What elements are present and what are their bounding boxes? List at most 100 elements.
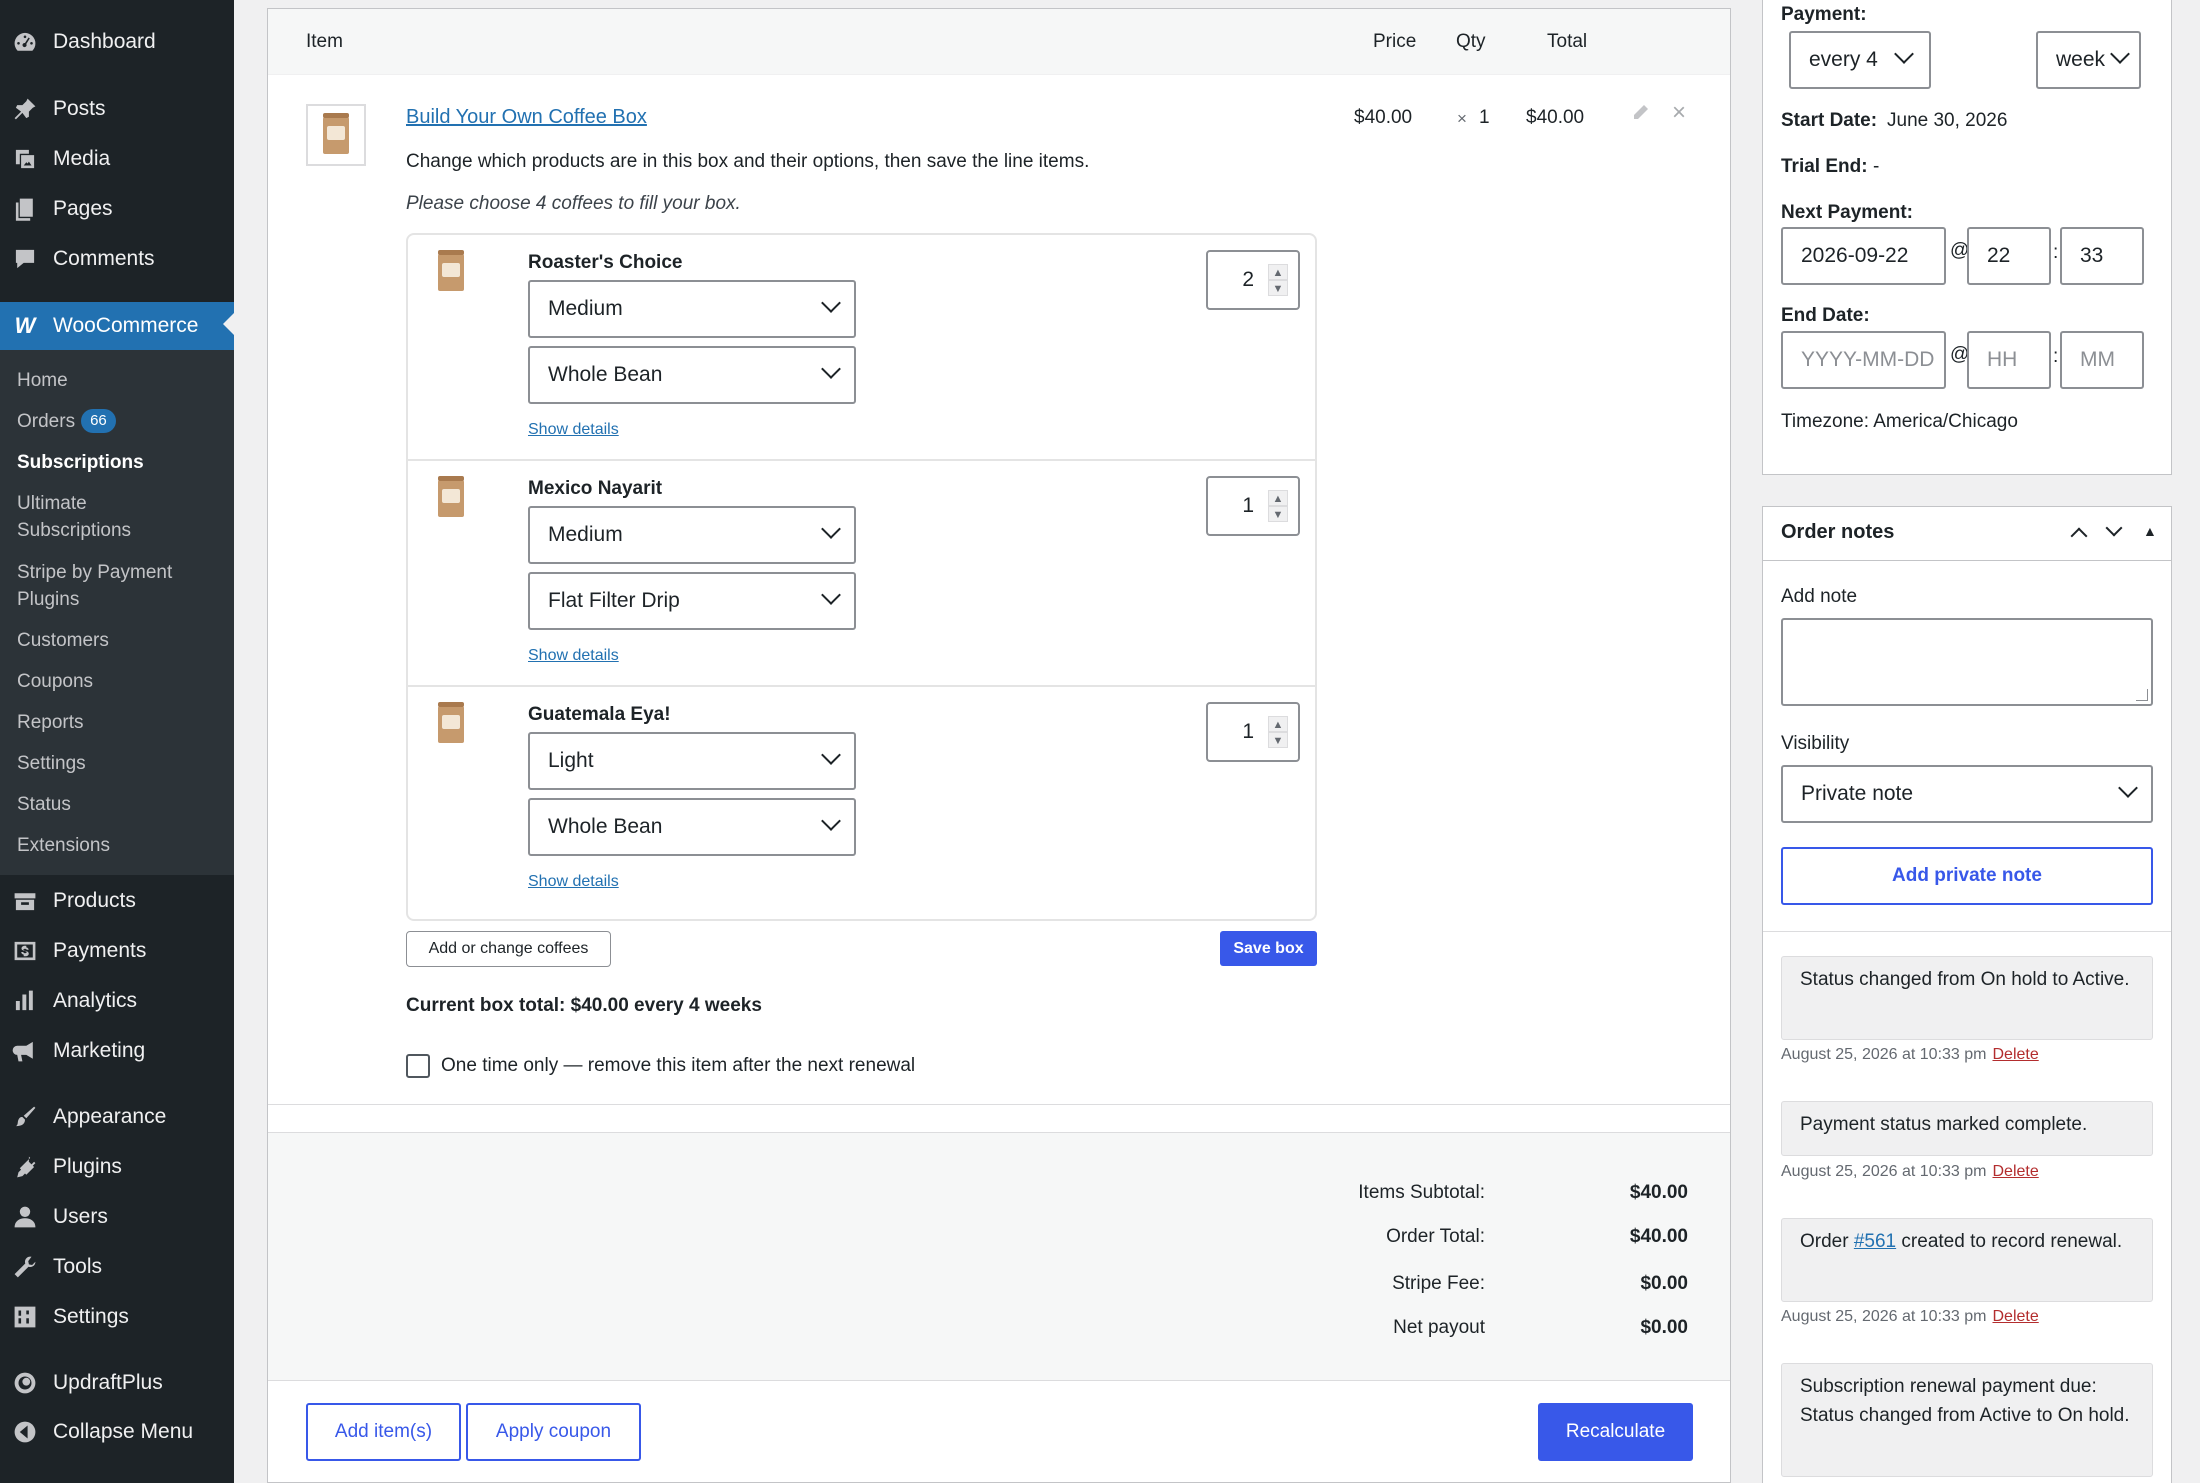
order-link[interactable]: #561 xyxy=(1854,1231,1896,1252)
menu-pages[interactable]: Pages xyxy=(0,187,234,231)
collapse-menu-button[interactable]: Collapse Menu xyxy=(0,1410,234,1454)
menu-marketing[interactable]: Marketing xyxy=(0,1029,234,1073)
add-items-button[interactable]: Add item(s) xyxy=(306,1403,461,1461)
move-down-icon[interactable] xyxy=(2105,519,2123,539)
grind-select[interactable]: Whole Bean xyxy=(528,798,856,856)
note-visibility-select[interactable]: Private note xyxy=(1781,765,2153,823)
grind-select[interactable]: Flat Filter Drip xyxy=(528,572,856,630)
end-date-label: End Date: xyxy=(1781,305,1870,326)
menu-woocommerce[interactable]: W WooCommerce xyxy=(0,302,234,350)
billing-interval-select[interactable]: every 4 xyxy=(1789,31,1931,89)
quantity-stepper[interactable]: 1 ▲ ▼ xyxy=(1206,476,1300,536)
menu-label: Settings xyxy=(53,1305,129,1328)
submenu-status[interactable]: Status xyxy=(17,791,222,818)
menu-posts[interactable]: Posts xyxy=(0,87,234,131)
end-minute-input[interactable]: MM xyxy=(2060,331,2144,389)
menu-settings[interactable]: Settings xyxy=(0,1295,234,1339)
end-hour-input[interactable]: HH xyxy=(1967,331,2051,389)
quantity-stepper[interactable]: 2 ▲ ▼ xyxy=(1206,250,1300,310)
show-details-link[interactable]: Show details xyxy=(528,873,619,891)
line-item-price: $40.00 xyxy=(1354,107,1413,128)
start-date-label: Start Date: xyxy=(1781,110,1878,131)
submenu-orders[interactable]: Orders 66 xyxy=(17,408,222,435)
submenu-settings[interactable]: Settings xyxy=(17,750,222,777)
stepper-down-icon[interactable]: ▼ xyxy=(1268,732,1288,748)
chevron-down-icon xyxy=(2118,778,2138,798)
menu-products[interactable]: Products xyxy=(0,879,234,923)
grind-select[interactable]: Whole Bean xyxy=(528,346,856,404)
submenu-label-line1: Stripe by Payment xyxy=(17,562,173,583)
menu-analytics[interactable]: Analytics xyxy=(0,979,234,1023)
billing-period-select[interactable]: week xyxy=(2036,31,2141,89)
roast-select[interactable]: Medium xyxy=(528,506,856,564)
add-private-note-button[interactable]: Add private note xyxy=(1781,847,2153,905)
show-details-link[interactable]: Show details xyxy=(528,421,619,439)
box-product-thumbnail xyxy=(438,476,464,517)
roast-select[interactable]: Medium xyxy=(528,280,856,338)
quantity-stepper[interactable]: 1 ▲ ▼ xyxy=(1206,702,1300,762)
delete-note-link[interactable]: Delete xyxy=(1992,1046,2038,1063)
save-box-button[interactable]: Save box xyxy=(1220,931,1317,966)
menu-tools[interactable]: Tools xyxy=(0,1245,234,1289)
submenu-stripe[interactable]: Stripe by Payment Plugins xyxy=(17,559,222,613)
menu-comments[interactable]: Comments xyxy=(0,237,234,281)
move-up-icon[interactable] xyxy=(2070,527,2088,547)
edit-pencil-icon[interactable] xyxy=(1630,103,1652,125)
line-item-name-link[interactable]: Build Your Own Coffee Box xyxy=(406,106,647,129)
trial-end-value: - xyxy=(1873,156,1880,177)
next-payment-hour-input[interactable]: 22 xyxy=(1967,227,2051,285)
submenu-subscriptions[interactable]: Subscriptions xyxy=(17,449,222,476)
note-textarea[interactable] xyxy=(1781,618,2153,706)
submenu-extensions[interactable]: Extensions xyxy=(17,832,222,859)
stepper-arrows[interactable]: ▲ ▼ xyxy=(1268,716,1288,748)
submenu-reports[interactable]: Reports xyxy=(17,709,222,736)
stepper-down-icon[interactable]: ▼ xyxy=(1268,280,1288,296)
delete-note-link[interactable]: Delete xyxy=(1992,1163,2038,1180)
submenu-customers[interactable]: Customers xyxy=(17,627,222,654)
menu-updraftplus[interactable]: UpdraftPlus xyxy=(0,1361,234,1405)
line-item-description: Change which products are in this box an… xyxy=(406,151,1090,172)
menu-plugins[interactable]: Plugins xyxy=(0,1145,234,1189)
submenu-ultimate-subscriptions[interactable]: Ultimate Subscriptions xyxy=(17,490,222,544)
next-payment-date-input[interactable]: 2026-09-22 xyxy=(1781,227,1946,285)
collapse-arrow-icon xyxy=(12,1419,38,1445)
one-time-checkbox[interactable] xyxy=(406,1054,430,1078)
menu-dashboard[interactable]: Dashboard xyxy=(0,20,234,64)
stepper-up-icon[interactable]: ▲ xyxy=(1268,264,1288,280)
show-details-link[interactable]: Show details xyxy=(528,647,619,665)
submenu-coupons[interactable]: Coupons xyxy=(17,668,222,695)
wrench-icon xyxy=(12,1254,38,1280)
add-change-coffees-button[interactable]: Add or change coffees xyxy=(406,931,611,967)
submenu-home[interactable]: Home xyxy=(17,367,222,394)
menu-appearance[interactable]: Appearance xyxy=(0,1095,234,1139)
coffee-bag-icon xyxy=(323,113,349,154)
totals-value: $40.00 xyxy=(1629,1226,1688,1247)
bar-chart-icon xyxy=(12,988,38,1014)
remove-item-icon[interactable]: × xyxy=(1672,99,1686,127)
subscription-schedule-panel: Payment: every 4 week Start Date: June 3… xyxy=(1762,0,2172,475)
stepper-up-icon[interactable]: ▲ xyxy=(1268,490,1288,506)
coffee-bag-icon xyxy=(438,250,464,291)
billing-interval-value: every 4 xyxy=(1809,48,1878,71)
menu-users[interactable]: Users xyxy=(0,1195,234,1239)
resize-handle-icon[interactable] xyxy=(2136,689,2148,701)
stepper-down-icon[interactable]: ▼ xyxy=(1268,506,1288,522)
roast-select[interactable]: Light xyxy=(528,732,856,790)
delete-note-link[interactable]: Delete xyxy=(1992,1308,2038,1325)
apply-coupon-button[interactable]: Apply coupon xyxy=(466,1403,641,1461)
header-qty: Qty xyxy=(1456,31,1486,52)
box-total-text: Current box total: $40.00 every 4 weeks xyxy=(406,995,762,1016)
stepper-arrows[interactable]: ▲ ▼ xyxy=(1268,490,1288,522)
grind-select-value: Whole Bean xyxy=(548,815,663,838)
toggle-panel-icon[interactable]: ▲ xyxy=(2143,523,2157,539)
menu-media[interactable]: Media xyxy=(0,137,234,181)
box-product-name: Roaster's Choice xyxy=(528,252,683,273)
recalculate-button[interactable]: Recalculate xyxy=(1538,1403,1693,1461)
next-payment-minute-input[interactable]: 33 xyxy=(2060,227,2144,285)
stepper-up-icon[interactable]: ▲ xyxy=(1268,716,1288,732)
line-item-instruction: Please choose 4 coffees to fill your box… xyxy=(406,193,741,214)
menu-payments[interactable]: Payments xyxy=(0,929,234,973)
end-date-input[interactable]: YYYY-MM-DD xyxy=(1781,331,1946,389)
stepper-arrows[interactable]: ▲ ▼ xyxy=(1268,264,1288,296)
quantity-value: 1 xyxy=(1242,494,1254,517)
